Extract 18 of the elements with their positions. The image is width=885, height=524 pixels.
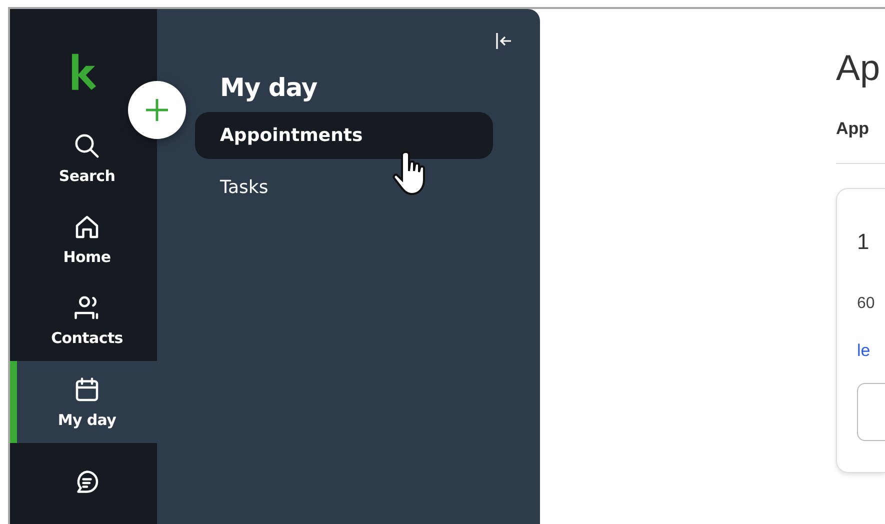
section-heading: App bbox=[836, 119, 885, 164]
card-link[interactable]: le bbox=[857, 341, 885, 361]
nav-label: Home bbox=[63, 248, 111, 266]
card-title: 1 bbox=[857, 229, 870, 255]
menu-item[interactable]: Tasks bbox=[195, 164, 493, 211]
nav-label: My day bbox=[58, 410, 116, 429]
panel-title: My day bbox=[220, 73, 318, 102]
nav-label: Contacts bbox=[51, 329, 123, 348]
nav-label: Search bbox=[58, 166, 116, 185]
card-text: 60 bbox=[857, 295, 876, 313]
nav-item[interactable]: Search bbox=[10, 116, 157, 198]
menu-item[interactable]: Appointments bbox=[195, 112, 493, 159]
nav-item[interactable]: Contacts bbox=[10, 280, 157, 362]
page-title: Ap bbox=[836, 47, 882, 89]
collapse-button[interactable] bbox=[494, 31, 514, 51]
nav-item[interactable]: My day bbox=[10, 361, 157, 443]
nav-item[interactable]: Home bbox=[10, 198, 157, 280]
plus-icon bbox=[144, 97, 170, 123]
